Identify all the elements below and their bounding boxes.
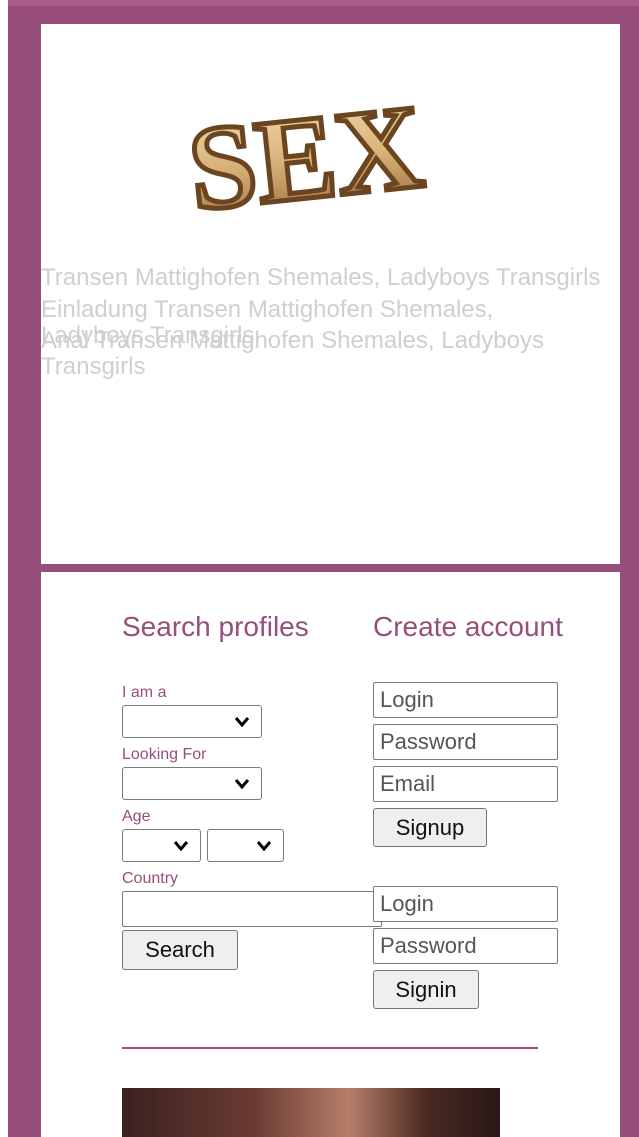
looking-for-label: Looking For <box>122 746 207 763</box>
search-button[interactable]: Search <box>122 930 238 970</box>
signin-button[interactable]: Signin <box>373 970 479 1009</box>
signin-login-input[interactable] <box>373 886 558 922</box>
country-input[interactable] <box>122 891 382 927</box>
i-am-label: I am a <box>122 684 167 701</box>
signup-password-input[interactable] <box>373 724 558 760</box>
search-heading: Search profiles <box>122 611 309 642</box>
i-am-select[interactable] <box>122 705 262 740</box>
signin-password-input[interactable] <box>373 928 558 964</box>
age-from-select[interactable] <box>122 829 201 864</box>
signup-email-input[interactable] <box>373 766 558 802</box>
looking-for-dropdown[interactable] <box>122 767 262 800</box>
country-label: Country <box>122 870 179 887</box>
age-label: Age <box>122 808 151 825</box>
signup-login-input[interactable] <box>373 682 558 718</box>
logo-text: SEX <box>183 80 429 236</box>
left-edge-strip <box>0 0 8 1137</box>
top-bar <box>0 0 639 6</box>
headline-1: Transen Mattighofen Shemales, Ladyboys T… <box>41 264 601 291</box>
age-to-dropdown[interactable] <box>207 829 284 862</box>
create-account-heading: Create account <box>373 611 563 642</box>
signup-button[interactable]: Signup <box>373 808 487 847</box>
header-panel: SEX Transen Mattighofen Shemales, Ladybo… <box>41 24 620 564</box>
section-divider <box>122 1047 538 1049</box>
age-from-dropdown[interactable] <box>122 829 201 862</box>
i-am-dropdown[interactable] <box>122 705 262 738</box>
profile-photo[interactable] <box>122 1088 500 1137</box>
looking-for-select[interactable] <box>122 767 262 802</box>
headline-3: Anal Transen Mattighofen Shemales, Ladyb… <box>41 327 544 380</box>
sex-logo-icon: SEX <box>180 80 431 238</box>
age-to-select[interactable] <box>207 829 284 864</box>
